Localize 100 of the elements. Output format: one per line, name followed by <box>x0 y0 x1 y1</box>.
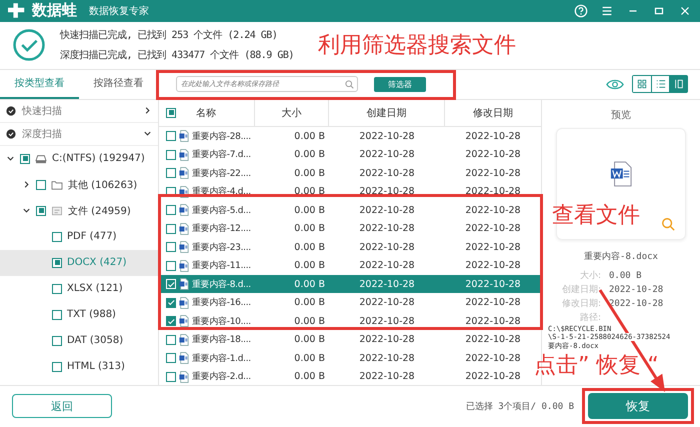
file-name: 重要内容-10.... <box>192 316 251 328</box>
drive-icon <box>35 154 47 164</box>
detail-label: 路径: <box>578 312 601 324</box>
modified-date: 2022-10-28 <box>465 352 521 364</box>
word-file-icon <box>179 204 189 216</box>
created-date: 2022-10-28 <box>359 130 415 142</box>
chevron-down-icon[interactable] <box>6 154 15 164</box>
select-all-checkbox[interactable] <box>166 108 176 118</box>
scan-item[interactable]: 快速扫描 <box>0 100 158 123</box>
filter-button[interactable]: 筛选器 <box>374 76 426 92</box>
magnifier-icon[interactable] <box>661 216 675 231</box>
checkbox[interactable] <box>166 334 176 345</box>
checkbox[interactable] <box>166 316 176 326</box>
chevron-right-icon[interactable] <box>143 106 152 116</box>
file-row[interactable]: 重要内容-18.... 0.00 B 2022-10-28 2022-10-28 <box>159 330 541 349</box>
file-row[interactable]: 重要内容-11.... 0.00 B 2022-10-28 2022-10-28 <box>159 256 541 275</box>
tree-item[interactable]: C:(NTFS) (192947) <box>0 146 158 172</box>
file-size: 0.00 B <box>294 242 325 253</box>
checkbox[interactable] <box>166 353 176 364</box>
modified-date: 2022-10-28 <box>465 130 521 142</box>
selection-summary: 已选择 3个项目/ 0.00 B <box>466 400 574 413</box>
view-tab[interactable]: 按路径查看 <box>79 70 158 99</box>
file-row[interactable]: 重要内容-23.... 0.00 B 2022-10-28 2022-10-28 <box>159 238 541 256</box>
checkbox[interactable] <box>52 310 62 320</box>
file-row[interactable]: 重要内容-22.... 0.00 B 2022-10-28 2022-10-28 <box>159 164 541 182</box>
chevron-down-icon[interactable] <box>22 206 31 216</box>
modified-date: 2022-10-28 <box>465 371 521 382</box>
file-row[interactable]: 重要内容-16.... 0.00 B 2022-10-28 2022-10-28 <box>159 293 541 312</box>
file-size: 0.00 B <box>294 316 325 327</box>
created-date: 2022-10-28 <box>359 297 415 308</box>
file-row[interactable]: 重要内容-7.d... 0.00 B 2022-10-28 2022-10-28 <box>159 145 541 164</box>
checkbox[interactable] <box>52 362 62 372</box>
tree-item[interactable]: HTML (313) <box>0 354 158 380</box>
created-date: 2022-10-28 <box>359 260 415 272</box>
created-date: 2022-10-28 <box>359 278 415 290</box>
modified-date: 2022-10-28 <box>465 223 521 234</box>
checkbox[interactable] <box>166 242 176 252</box>
file-name: 重要内容-8.d... <box>192 278 251 291</box>
column-header[interactable]: 名称 <box>196 106 216 120</box>
annotation-text: 点击” 恢复 “ <box>534 352 659 380</box>
created-date: 2022-10-28 <box>359 242 415 253</box>
view-tab[interactable]: 按类型查看 <box>0 70 79 99</box>
checkbox[interactable] <box>52 284 62 294</box>
check-circle-icon <box>12 28 46 62</box>
checkbox[interactable] <box>166 260 176 271</box>
tree-item[interactable]: DAT (3058) <box>0 328 158 354</box>
file-name: 重要内容-12.... <box>192 222 251 236</box>
scan-status-text: 深度扫描已完成, 已找到 433477 个文件 (88.9 GB) <box>60 48 295 62</box>
app-name: 数据蛙 <box>32 1 77 20</box>
file-row[interactable]: 重要内容-5.d... 0.00 B 2022-10-28 2022-10-28 <box>159 200 541 220</box>
file-size: 0.00 B <box>294 278 325 290</box>
word-file-icon <box>179 315 189 328</box>
check-circle-icon <box>6 128 16 139</box>
tree-item[interactable]: PDF (477) <box>0 224 158 250</box>
chevron-down-icon[interactable] <box>143 129 152 138</box>
created-date: 2022-10-28 <box>359 371 415 382</box>
file-row[interactable]: 重要内容-10.... 0.00 B 2022-10-28 2022-10-28 <box>159 312 541 330</box>
file-row[interactable]: 重要内容-12.... 0.00 B 2022-10-28 2022-10-28 <box>159 219 541 238</box>
chevron-right-icon[interactable] <box>22 180 31 190</box>
recover-button[interactable]: 恢复 <box>588 393 688 420</box>
checkbox[interactable] <box>52 232 62 242</box>
tree-item[interactable]: XLSX (121) <box>0 276 158 302</box>
checkbox[interactable] <box>166 224 176 234</box>
file-name: 重要内容-16.... <box>192 296 251 310</box>
checkbox[interactable] <box>20 154 30 164</box>
checkbox[interactable] <box>166 205 176 216</box>
word-file-icon <box>179 352 189 364</box>
annotation-text: 利用筛选器搜索文件 <box>318 32 516 60</box>
checkbox[interactable] <box>52 258 62 268</box>
detail-view-button[interactable] <box>669 76 687 92</box>
word-file-icon <box>179 167 189 180</box>
grid-icon <box>637 79 647 90</box>
created-date: 2022-10-28 <box>359 168 415 179</box>
column-header[interactable]: 修改日期 <box>473 106 513 120</box>
app-subtitle: 数据恢复专家 <box>89 4 149 18</box>
tree-item[interactable]: 文件 (24959) <box>0 198 158 224</box>
help-icon[interactable] <box>574 4 588 18</box>
modified-date: 2022-10-28 <box>465 297 521 308</box>
tree-item[interactable]: 其他 (106263) <box>0 172 158 198</box>
column-header[interactable]: 创建日期 <box>366 106 406 120</box>
eye-icon[interactable] <box>606 78 624 90</box>
checkbox[interactable] <box>36 180 46 190</box>
checkbox[interactable] <box>166 131 176 142</box>
checkbox[interactable] <box>166 150 176 160</box>
column-header[interactable]: 大小 <box>282 106 302 120</box>
created-date: 2022-10-28 <box>359 204 415 216</box>
file-size: 0.00 B <box>294 297 325 308</box>
scan-item[interactable]: 深度扫描 <box>0 122 158 146</box>
tree-item[interactable]: TXT (988) <box>0 302 158 328</box>
checkbox[interactable] <box>166 372 176 382</box>
file-row[interactable]: 重要内容-8.d... 0.00 B 2022-10-28 2022-10-28 <box>159 274 541 294</box>
back-button[interactable]: 返回 <box>12 394 112 418</box>
modified-date: 2022-10-28 <box>465 149 521 160</box>
list-icon <box>656 79 666 90</box>
file-row[interactable]: 重要内容-28.... 0.00 B 2022-10-28 2022-10-28 <box>159 126 541 146</box>
checkbox[interactable] <box>166 168 176 178</box>
file-name: 重要内容-28.... <box>192 130 251 143</box>
checkbox[interactable] <box>36 206 46 216</box>
checkbox[interactable] <box>166 298 176 308</box>
checkbox[interactable] <box>52 336 62 346</box>
